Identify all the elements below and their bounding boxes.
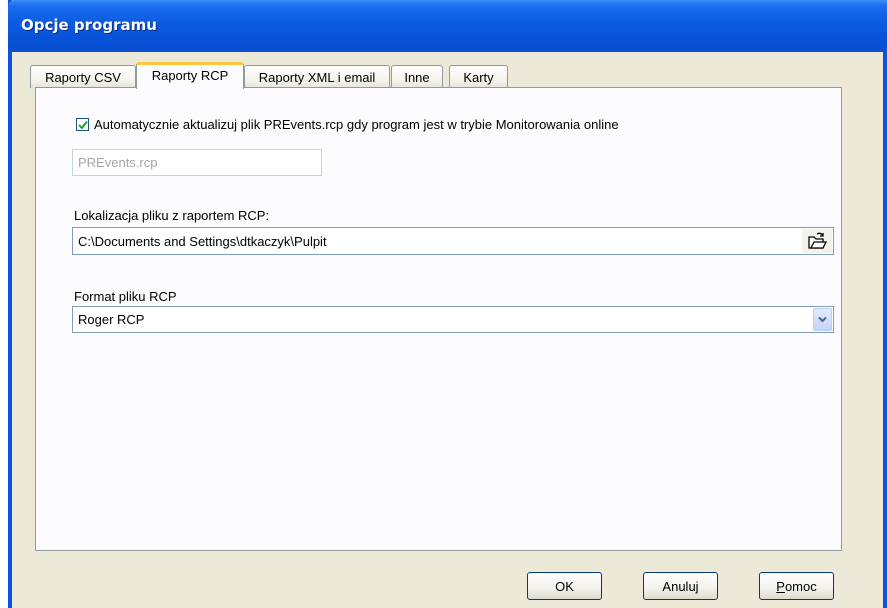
location-value: C:\Documents and Settings\dtkaczyk\Pulpi… (78, 233, 327, 249)
check-icon (78, 120, 88, 130)
tab-inne[interactable]: Inne (391, 65, 443, 88)
auto-update-checkbox[interactable] (76, 118, 89, 131)
tab-raporty-csv[interactable]: Raporty CSV (30, 65, 136, 88)
auto-update-label: Automatycznie aktualizuj plik PREvents.r… (94, 117, 619, 132)
chevron-down-icon (818, 316, 827, 323)
tab-raporty-xml-email[interactable]: Raporty XML i email (244, 65, 390, 88)
format-value: Roger RCP (78, 312, 145, 327)
format-label: Format pliku RCP (74, 289, 177, 304)
location-label: Lokalizacja pliku z raportem RCP: (74, 208, 270, 223)
cancel-button[interactable]: Anuluj (643, 572, 718, 600)
browse-button[interactable] (802, 229, 832, 253)
title-bar[interactable]: Opcje programu (8, 0, 887, 52)
auto-update-option[interactable]: Automatycznie aktualizuj plik PREvents.r… (76, 117, 619, 132)
help-label: omoc (784, 578, 817, 594)
help-accelerator: P (776, 578, 785, 594)
folder-open-icon (808, 232, 827, 249)
rcp-filename-field: PREvents.rcp (72, 149, 322, 176)
window-title: Opcje programu (21, 16, 157, 34)
help-button[interactable]: Pomoc (759, 572, 834, 600)
format-dropdown-button[interactable] (813, 308, 832, 331)
format-select[interactable]: Roger RCP (72, 306, 834, 333)
tab-raporty-rcp[interactable]: Raporty RCP (136, 62, 244, 89)
tab-karty[interactable]: Karty (449, 65, 508, 88)
location-field[interactable]: C:\Documents and Settings\dtkaczyk\Pulpi… (72, 227, 834, 255)
ok-button[interactable]: OK (527, 572, 602, 600)
